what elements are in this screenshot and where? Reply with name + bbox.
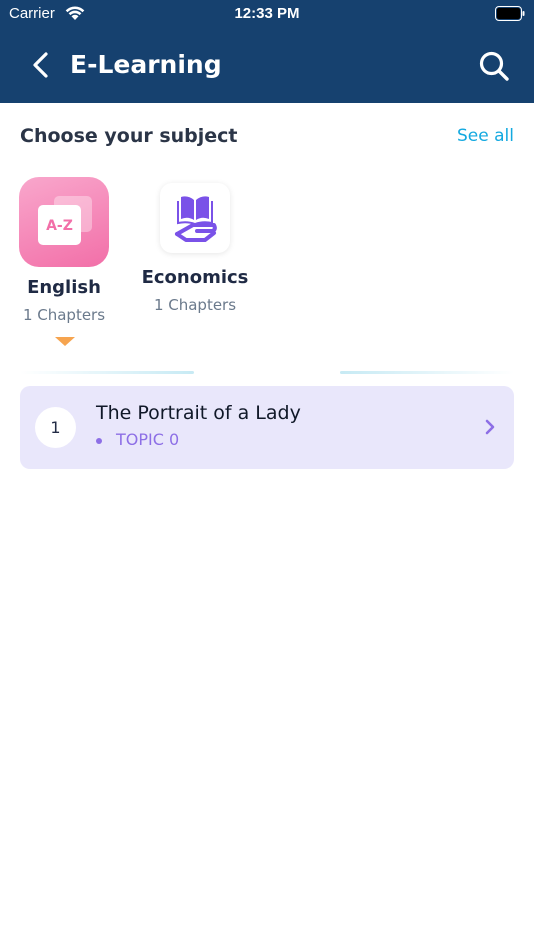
subject-chapters: 1 Chapters bbox=[22, 306, 106, 324]
book-hand-icon bbox=[160, 183, 230, 253]
a-z-cards-icon: A-Z bbox=[19, 177, 109, 267]
chapter-title: The Portrait of a Lady bbox=[96, 402, 301, 424]
section-title: Choose your subject bbox=[20, 125, 238, 147]
page-title: E-Learning bbox=[70, 50, 222, 79]
subject-item-english[interactable]: A-Z English 1 Chapters bbox=[9, 177, 119, 324]
status-time: 12:33 PM bbox=[234, 5, 300, 22]
divider-left bbox=[20, 371, 194, 374]
book-hand-graphic bbox=[175, 196, 217, 242]
app-header: Carrier 12:33 PM E-Learning bbox=[0, 0, 534, 103]
chapter-number-badge: 1 bbox=[35, 407, 76, 448]
subject-chapters: 1 Chapters bbox=[153, 296, 237, 314]
back-button[interactable] bbox=[24, 48, 58, 82]
subject-item-economics[interactable]: Economics 1 Chapters bbox=[140, 177, 250, 314]
status-bar: Carrier 12:33 PM bbox=[0, 0, 534, 28]
subject-name: Economics bbox=[141, 267, 249, 288]
battery-icon bbox=[495, 6, 525, 21]
active-subject-indicator bbox=[55, 337, 75, 346]
divider-right bbox=[340, 371, 514, 374]
chapter-topic: TOPIC 0 bbox=[116, 430, 180, 449]
topic-bullet-icon bbox=[96, 438, 102, 444]
chevron-right-icon bbox=[485, 419, 495, 435]
search-button[interactable] bbox=[475, 47, 513, 85]
subject-name: English bbox=[27, 277, 101, 298]
chapter-list-item[interactable]: 1 The Portrait of a Lady TOPIC 0 bbox=[20, 386, 514, 469]
see-all-link[interactable]: See all bbox=[457, 126, 514, 146]
a-z-icon-text: A-Z bbox=[46, 218, 73, 234]
a-z-cards-graphic: A-Z bbox=[38, 196, 92, 245]
chevron-left-icon bbox=[33, 52, 48, 78]
search-icon bbox=[479, 51, 509, 81]
navigation-bar: E-Learning bbox=[0, 38, 534, 92]
